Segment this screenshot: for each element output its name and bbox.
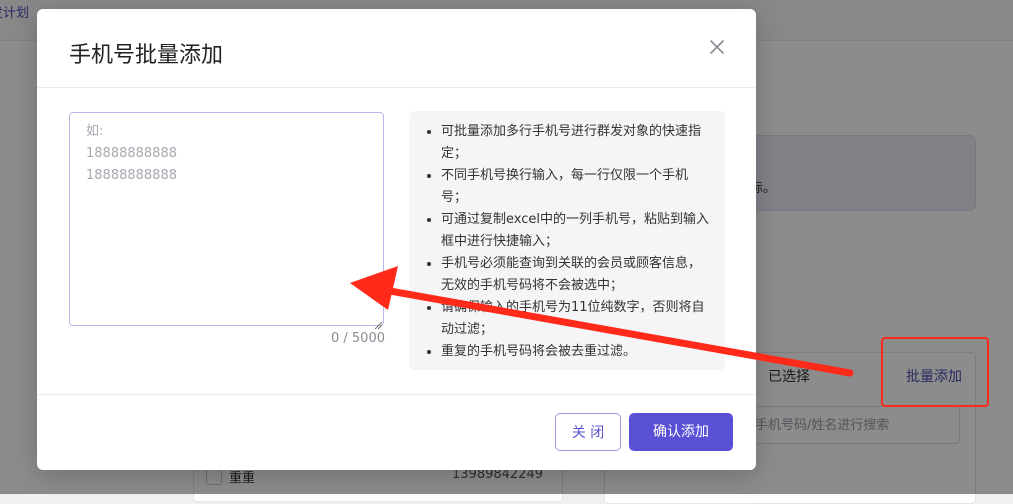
batch-add-dialog: 手机号批量添加 如: 18888888888 18888888888 0 / 5… <box>37 9 756 470</box>
tip-item: 重复的手机号码将会被去重过滤。 <box>441 341 711 363</box>
tip-item: 可通过复制excel中的一列手机号，粘贴到输入框中进行快捷输入； <box>441 209 711 253</box>
dialog-header: 手机号批量添加 <box>37 9 756 88</box>
close-icon[interactable] <box>707 37 727 57</box>
resize-grip-icon[interactable] <box>373 315 383 330</box>
dialog-footer-divider <box>37 394 756 395</box>
tip-item: 不同手机号换行输入，每一行仅限一个手机号； <box>441 165 711 209</box>
tips-panel: 可批量添加多行手机号进行群发对象的快速指定； 不同手机号换行输入，每一行仅限一个… <box>409 111 725 370</box>
tip-item: 请确保输入的手机号为11位纯数字，否则将自动过滤； <box>441 297 711 341</box>
dialog-title: 手机号批量添加 <box>69 43 224 68</box>
phone-numbers-input[interactable] <box>69 112 384 326</box>
close-button[interactable]: 关 闭 <box>555 413 621 451</box>
tip-item: 手机号必须能查询到关联的会员或顾客信息，无效的手机号码将不会被选中； <box>441 253 711 297</box>
confirm-add-button[interactable]: 确认添加 <box>629 413 733 451</box>
annotation-highlight-box <box>881 337 989 407</box>
tips-list: 可批量添加多行手机号进行群发对象的快速指定； 不同手机号换行输入，每一行仅限一个… <box>425 121 711 363</box>
tip-item: 可批量添加多行手机号进行群发对象的快速指定； <box>441 121 711 165</box>
char-counter: 0 / 5000 <box>331 331 385 346</box>
